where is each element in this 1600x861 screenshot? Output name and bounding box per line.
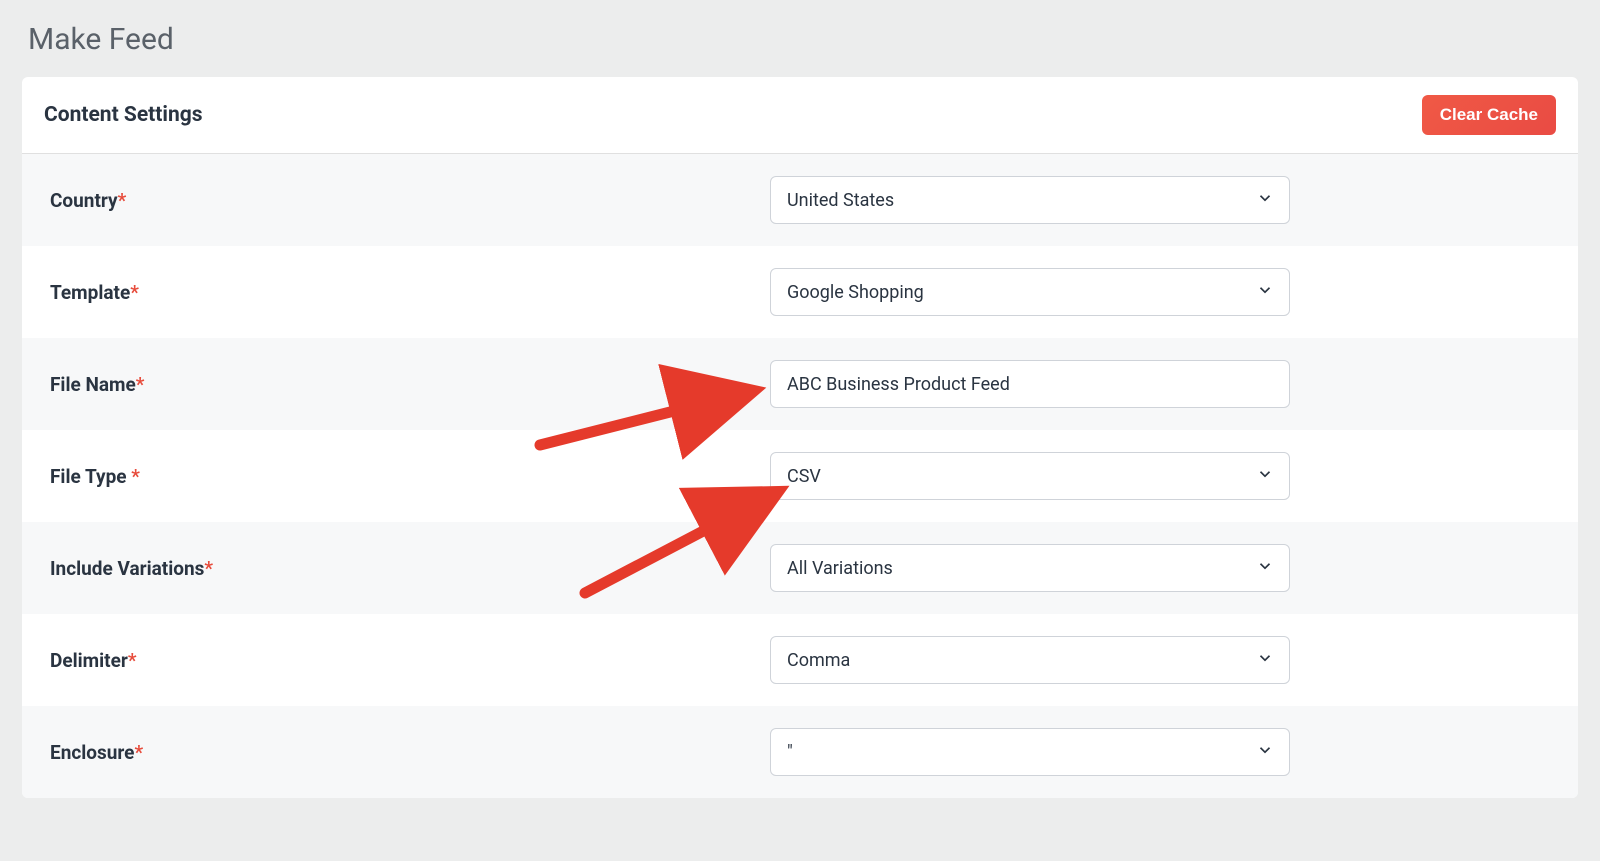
required-marker: * (131, 465, 140, 488)
label-template: Template* (50, 281, 770, 304)
control-include-variations: All Variations (770, 544, 1290, 592)
control-file-name: ABC Business Product Feed (770, 360, 1290, 408)
row-country: Country* United States (22, 154, 1578, 246)
row-enclosure: Enclosure* " (22, 706, 1578, 798)
enclosure-select[interactable]: " (770, 728, 1290, 776)
form-rows: Country* United States Template* Google … (22, 154, 1578, 798)
required-marker: * (130, 281, 139, 304)
control-file-type: CSV (770, 452, 1290, 500)
label-enclosure: Enclosure* (50, 741, 770, 764)
page-title: Make Feed (22, 22, 1578, 57)
label-include-variations: Include Variations* (50, 557, 770, 580)
clear-cache-button[interactable]: Clear Cache (1422, 95, 1556, 135)
file-type-select[interactable]: CSV (770, 452, 1290, 500)
row-file-name: File Name* ABC Business Product Feed (22, 338, 1578, 430)
required-marker: * (118, 189, 127, 212)
control-delimiter: Comma (770, 636, 1290, 684)
file-name-input[interactable]: ABC Business Product Feed (770, 360, 1290, 408)
required-marker: * (128, 649, 137, 672)
row-template: Template* Google Shopping (22, 246, 1578, 338)
include-variations-select[interactable]: All Variations (770, 544, 1290, 592)
content-settings-card: Content Settings Clear Cache Country* Un… (22, 77, 1578, 798)
card-header-title: Content Settings (44, 103, 203, 127)
control-country: United States (770, 176, 1290, 224)
row-include-variations: Include Variations* All Variations (22, 522, 1578, 614)
delimiter-select[interactable]: Comma (770, 636, 1290, 684)
country-select[interactable]: United States (770, 176, 1290, 224)
required-marker: * (136, 373, 145, 396)
card-header: Content Settings Clear Cache (22, 77, 1578, 154)
control-template: Google Shopping (770, 268, 1290, 316)
required-marker: * (134, 741, 143, 764)
label-file-name: File Name* (50, 373, 770, 396)
row-file-type: File Type * CSV (22, 430, 1578, 522)
label-country: Country* (50, 189, 770, 212)
template-select[interactable]: Google Shopping (770, 268, 1290, 316)
label-file-type: File Type * (50, 465, 770, 488)
label-delimiter: Delimiter* (50, 649, 770, 672)
control-enclosure: " (770, 728, 1290, 776)
row-delimiter: Delimiter* Comma (22, 614, 1578, 706)
required-marker: * (204, 557, 213, 580)
